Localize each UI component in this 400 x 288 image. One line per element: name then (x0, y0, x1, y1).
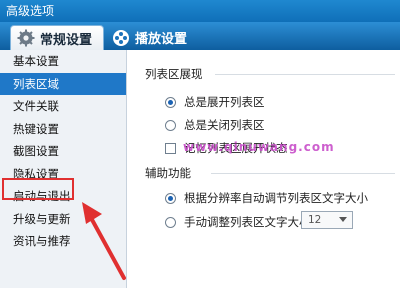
settings-panel: 列表区展现 总是展开列表区 总是关闭列表区 记忆列表区展开状态 辅助功能 根据分… (127, 50, 400, 288)
option-always-close[interactable]: 总是关闭列表区 (165, 117, 265, 133)
sidebar-item-file-association[interactable]: 文件关联 (0, 95, 126, 118)
radio-button-selected[interactable] (165, 96, 176, 108)
radio-button-selected[interactable] (165, 192, 176, 204)
content-area: 基本设置 列表区域 文件关联 热键设置 截图设置 隐私设置 启动与退出 升级与更… (0, 50, 400, 288)
option-auto-font-size-label: 根据分辨率自动调节列表区文字大小 (184, 191, 368, 205)
font-size-select-value: 12 (308, 214, 322, 226)
sidebar-item-list-area[interactable]: 列表区域 (0, 72, 126, 95)
group-title-assist: 辅助功能 (145, 166, 191, 180)
option-manual-font-size[interactable]: 手动调整列表区文字大小 (165, 214, 311, 230)
option-manual-font-size-label: 手动调整列表区文字大小 (184, 215, 311, 229)
sidebar-item-hotkey-settings[interactable]: 热键设置 (0, 118, 126, 141)
font-size-select[interactable]: 12 (301, 211, 353, 229)
annotation-highlight-box (2, 178, 74, 200)
radio-button[interactable] (165, 216, 176, 228)
film-reel-icon (112, 29, 130, 47)
watermark-text: www.qinuwang.com (183, 140, 335, 154)
tab-bar: 常规设置 播放设置 (0, 22, 400, 50)
tab-playback-settings[interactable]: 播放设置 (106, 25, 210, 50)
window-title-bar: 高级选项 (0, 0, 400, 22)
annotation-arrow (82, 202, 126, 280)
option-always-close-label: 总是关闭列表区 (184, 118, 265, 132)
checkbox[interactable] (165, 142, 176, 154)
radio-button[interactable] (165, 119, 176, 131)
chevron-down-icon (339, 217, 347, 222)
tab-general-settings-label: 常规设置 (40, 32, 93, 48)
tab-general-settings[interactable]: 常规设置 (10, 25, 104, 50)
group-divider (211, 173, 395, 174)
option-auto-font-size[interactable]: 根据分辨率自动调节列表区文字大小 (165, 190, 368, 206)
group-divider (215, 74, 395, 75)
sidebar-item-basic-settings[interactable]: 基本设置 (0, 50, 126, 73)
option-always-expand-label: 总是展开列表区 (184, 95, 265, 109)
group-title-list-display: 列表区展现 (145, 67, 203, 81)
sidebar-item-screenshot-settings[interactable]: 截图设置 (0, 140, 126, 163)
tab-playback-settings-label: 播放设置 (135, 32, 188, 47)
option-always-expand[interactable]: 总是展开列表区 (165, 94, 265, 110)
gear-icon (17, 29, 35, 47)
window-title: 高级选项 (6, 4, 55, 18)
